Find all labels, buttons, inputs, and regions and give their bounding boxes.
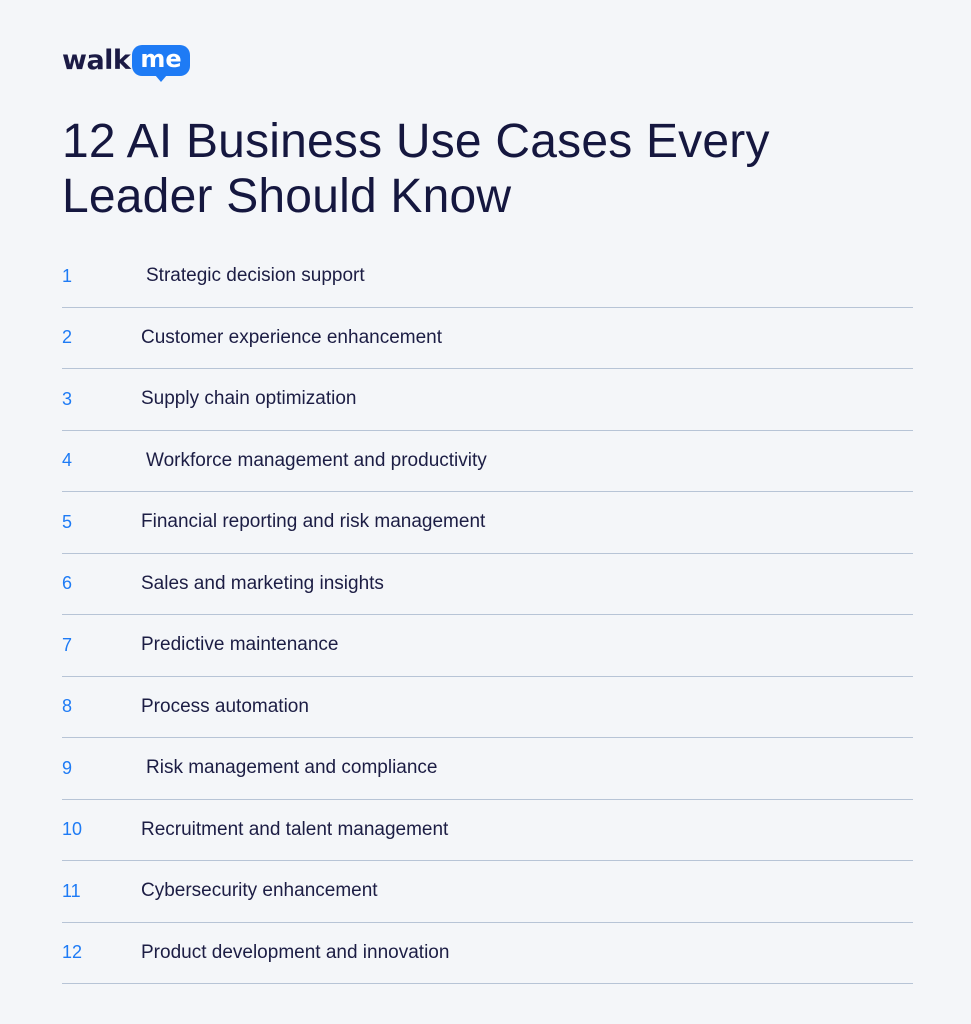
use-case-list: 1 Strategic decision support 2 Customer … [62, 246, 913, 984]
item-label: Customer experience enhancement [141, 326, 443, 348]
list-item: 9 Risk management and compliance [62, 738, 913, 800]
page-title: 12 AI Business Use Cases Every Leader Sh… [62, 115, 770, 223]
list-item: 7 Predictive maintenance [62, 615, 913, 677]
item-number: 8 [62, 696, 73, 717]
item-number: 6 [62, 573, 73, 594]
item-label: Product development and innovation [141, 941, 450, 963]
item-label: Cybersecurity enhancement [141, 880, 378, 902]
list-item: 1 Strategic decision support [62, 246, 913, 308]
logo-text-walk: walk [62, 44, 131, 76]
item-label: Financial reporting and risk management [141, 511, 486, 533]
item-number: 9 [62, 757, 73, 778]
walkme-logo: walk me [62, 40, 190, 82]
item-number: 10 [62, 819, 83, 840]
item-label: Sales and marketing insights [141, 572, 384, 594]
list-item: 8 Process automation [62, 677, 913, 738]
item-number: 11 [62, 880, 81, 901]
item-number: 5 [62, 511, 73, 532]
list-item: 5 Financial reporting and risk managemen… [62, 492, 913, 554]
item-label: Recruitment and talent management [141, 818, 449, 840]
list-item: 11 Cybersecurity enhancement [62, 861, 913, 923]
item-label: Strategic decision support [146, 265, 365, 287]
item-number: 4 [62, 450, 73, 471]
item-label: Supply chain optimization [141, 388, 357, 410]
list-item: 3 Supply chain optimization [62, 369, 913, 431]
item-number: 7 [62, 634, 73, 655]
item-label: Predictive maintenance [141, 634, 339, 656]
list-item: 2 Customer experience enhancement [62, 308, 913, 369]
item-number: 3 [62, 388, 73, 409]
item-label: Workforce management and productivity [146, 449, 487, 471]
item-number: 2 [62, 327, 73, 348]
item-label: Process automation [141, 695, 309, 717]
list-item: 10 Recruitment and talent management [62, 800, 913, 861]
list-item: 4 Workforce management and productivity [62, 431, 913, 492]
item-label: Risk management and compliance [146, 757, 438, 779]
list-item: 12 Product development and innovation [62, 923, 913, 984]
item-number: 12 [62, 942, 83, 963]
list-item: 6 Sales and marketing insights [62, 554, 913, 615]
item-number: 1 [62, 265, 73, 286]
logo-speech-bubble-me: me [132, 44, 190, 82]
